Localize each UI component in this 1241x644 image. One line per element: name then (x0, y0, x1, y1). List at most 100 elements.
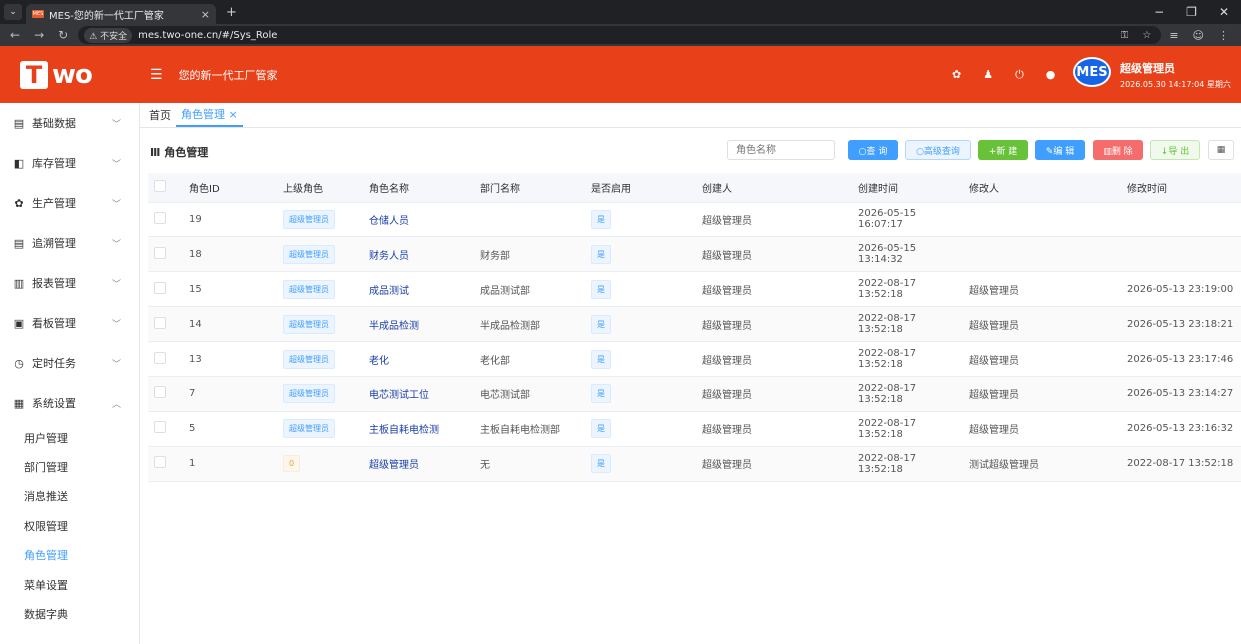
chevron-up-icon: ︿ (111, 399, 121, 410)
cell-role-name[interactable]: 主板自耗电检测 (363, 411, 474, 447)
sidebar-subitem-permissions[interactable]: 权限管理 (0, 511, 139, 540)
sidebar-item-trace[interactable]: ▤ 追溯管理 ﹀ (0, 223, 139, 263)
header-modified-at[interactable]: 修改时间 (1121, 173, 1241, 203)
table-row[interactable]: 5 超级管理员 主板自耗电检测 主板自耗电检测部 是 超级管理员 2022-08… (148, 411, 1241, 447)
chevron-down-icon: ﹀ (111, 159, 121, 170)
row-select-cell (148, 271, 183, 308)
new-tab-button[interactable]: + (226, 5, 237, 20)
sidebar-subitem-dictionary[interactable]: 数据字典 (0, 599, 139, 628)
bell-icon[interactable]: ● (1046, 68, 1056, 81)
advanced-query-button[interactable]: ○高级查询 (905, 140, 971, 160)
minimize-icon[interactable]: − (1154, 5, 1164, 19)
export-button[interactable]: ↓导 出 (1150, 140, 1200, 160)
header-creator[interactable]: 创建人 (696, 173, 852, 203)
bookmark-star-icon[interactable]: ☆ (1142, 30, 1151, 41)
enabled-tag: 是 (591, 244, 611, 264)
user-icon[interactable]: ♟ (983, 68, 993, 81)
cell-role-name[interactable]: 半成品检测 (363, 306, 474, 343)
username[interactable]: 超级管理员 (1120, 60, 1175, 76)
key-icon[interactable]: ⚿ (1121, 30, 1129, 41)
tab-list-button[interactable]: ⌄ (4, 4, 22, 20)
sidebar-item-dashboard[interactable]: ▣ 看板管理 ﹀ (0, 303, 139, 343)
row-checkbox[interactable] (154, 386, 166, 399)
row-checkbox[interactable] (154, 246, 166, 259)
more-menu-icon[interactable]: ⋮ (1218, 29, 1229, 42)
cell-created-at: 2022-08-17 13:52:18 (852, 306, 963, 343)
settings-icon[interactable]: ✿ (952, 68, 961, 81)
table-row[interactable]: 15 超级管理员 成品测试 成品测试部 是 超级管理员 2022-08-17 1… (148, 271, 1241, 308)
header-modifier[interactable]: 修改人 (963, 173, 1121, 203)
forward-icon[interactable]: → (34, 28, 44, 42)
table-row[interactable]: 19 超级管理员 仓储人员 是 超级管理员 2026-05-15 16:07:1… (148, 202, 1241, 238)
delete-button[interactable]: ▥删 除 (1093, 140, 1143, 160)
row-checkbox[interactable] (154, 421, 166, 434)
tab-home[interactable]: 首页 (144, 103, 176, 127)
cell-modified-at: 2026-05-13 23:19:00 (1121, 271, 1241, 308)
edit-button[interactable]: ✎编 辑 (1035, 140, 1085, 160)
query-button[interactable]: ○查 询 (848, 140, 898, 160)
tab-title: MES-您的新一代工厂管家 (49, 10, 164, 22)
sidebar-item-scheduled-tasks[interactable]: ◷ 定时任务 ﹀ (0, 343, 139, 383)
close-window-icon[interactable]: ✕ (1219, 5, 1229, 19)
table-row[interactable]: 18 超级管理员 财务人员 财务部 是 超级管理员 2026-05-15 13:… (148, 236, 1241, 273)
table-row[interactable]: 13 超级管理员 老化 老化部 是 超级管理员 2022-08-17 13:52… (148, 341, 1241, 377)
header-enabled[interactable]: 是否启用 (585, 173, 696, 203)
media-icon[interactable]: ≡ (1169, 29, 1178, 42)
table-row[interactable]: 1 0 超级管理员 无 是 超级管理员 2022-08-17 13:52:18 … (148, 446, 1241, 482)
sidebar-subitem-users[interactable]: 用户管理 (0, 423, 139, 452)
reload-icon[interactable]: ↻ (58, 28, 68, 42)
row-checkbox[interactable] (154, 281, 166, 294)
header-role-id[interactable]: 角色ID (183, 173, 277, 203)
select-all-checkbox[interactable] (154, 179, 166, 192)
back-icon[interactable]: ← (10, 28, 20, 42)
insecure-badge[interactable]: ⚠ 不安全 (84, 27, 133, 43)
column-settings-icon[interactable]: ▦ (1208, 140, 1234, 160)
tab-role-management[interactable]: 角色管理 × (176, 103, 243, 127)
add-button[interactable]: +新 建 (978, 140, 1028, 160)
sidebar-item-basic-data[interactable]: ▤ 基础数据 ﹀ (0, 103, 139, 143)
sidebar-item-production[interactable]: ✿ 生产管理 ﹀ (0, 183, 139, 223)
browser-tab[interactable]: MES MES-您的新一代工厂管家 × (26, 4, 216, 24)
profile-icon[interactable]: ☺ (1193, 29, 1204, 42)
cell-dept-name: 无 (474, 446, 585, 482)
avatar[interactable]: MES (1073, 57, 1111, 87)
cell-role-name[interactable]: 电芯测试工位 (363, 376, 474, 412)
url-field[interactable]: ⚠ 不安全 mes.two-one.cn/#/Sys_Role ⚿ ☆ (78, 26, 1162, 44)
logo-t: T (20, 60, 48, 89)
header-parent-role[interactable]: 上级角色 (277, 173, 363, 203)
row-checkbox[interactable] (154, 351, 166, 364)
sidebar-item-inventory[interactable]: ◧ 库存管理 ﹀ (0, 143, 139, 183)
sidebar-item-label: 定时任务 (32, 357, 76, 370)
cell-role-name[interactable]: 仓储人员 (363, 202, 474, 238)
search-input[interactable] (727, 140, 835, 160)
cell-role-name[interactable]: 财务人员 (363, 236, 474, 273)
sidebar-item-reports[interactable]: ▥ 报表管理 ﹀ (0, 263, 139, 303)
header-role-name[interactable]: 角色名称 (363, 173, 474, 203)
tab-close-icon[interactable]: × (201, 8, 210, 21)
restore-icon[interactable]: ❐ (1186, 5, 1197, 19)
logo-text: wo (52, 59, 93, 90)
cell-role-name[interactable]: 成品测试 (363, 271, 474, 308)
cell-role-name[interactable]: 老化 (363, 341, 474, 377)
table-row[interactable]: 7 超级管理员 电芯测试工位 电芯测试部 是 超级管理员 2022-08-17 … (148, 376, 1241, 412)
cell-role-name[interactable]: 超级管理员 (363, 446, 474, 482)
cell-parent-role: 超级管理员 (277, 236, 363, 273)
row-checkbox[interactable] (154, 316, 166, 329)
row-checkbox[interactable] (154, 456, 166, 469)
cell-creator: 超级管理员 (696, 376, 852, 412)
sidebar-subitem-messages[interactable]: 消息推送 (0, 482, 139, 511)
sidebar-subitem-menus[interactable]: 菜单设置 (0, 570, 139, 599)
header-dept-name[interactable]: 部门名称 (474, 173, 585, 203)
cell-parent-role: 超级管理员 (277, 271, 363, 308)
sidebar-item-system-settings[interactable]: ▦ 系统设置 ︿ (0, 383, 139, 423)
sidebar-subitem-roles[interactable]: 角色管理 (0, 541, 139, 570)
enabled-tag: 是 (591, 419, 611, 439)
sidebar-subitem-departments[interactable]: 部门管理 (0, 452, 139, 481)
table-row[interactable]: 14 超级管理员 半成品检测 半成品检测部 是 超级管理员 2022-08-17… (148, 306, 1241, 343)
menu-toggle-icon[interactable]: ☰ (150, 67, 163, 83)
chevron-down-icon: ﹀ (111, 319, 121, 330)
power-icon[interactable]: ⏻ (1015, 68, 1024, 82)
row-checkbox[interactable] (154, 211, 166, 224)
cell-dept-name (474, 202, 585, 238)
header-created-at[interactable]: 创建时间 (852, 173, 963, 203)
